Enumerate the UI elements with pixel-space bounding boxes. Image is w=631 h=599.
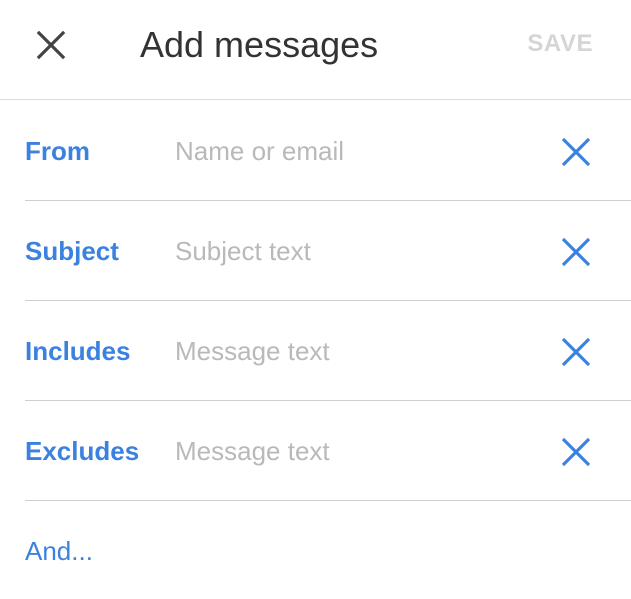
includes-label: Includes — [25, 336, 131, 366]
clear-icon — [561, 237, 591, 267]
from-input[interactable] — [175, 131, 535, 171]
excludes-label: Excludes — [25, 436, 140, 466]
from-row: From — [25, 101, 631, 201]
clear-icon — [561, 137, 591, 167]
save-button[interactable]: SAVE — [527, 28, 593, 60]
page-title: Add messages — [140, 24, 379, 65]
excludes-row: Excludes — [25, 401, 631, 501]
close-button[interactable] — [28, 22, 74, 68]
includes-clear-button[interactable] — [557, 333, 595, 371]
filter-fields: From Subject Includes — [0, 101, 631, 501]
subject-clear-button[interactable] — [557, 233, 595, 271]
includes-row: Includes — [25, 301, 631, 401]
includes-input[interactable] — [175, 331, 535, 371]
subject-label: Subject — [25, 236, 119, 266]
from-clear-button[interactable] — [557, 133, 595, 171]
excludes-clear-button[interactable] — [557, 433, 595, 471]
and-more-link[interactable]: And... — [25, 533, 93, 569]
top-app-bar: Add messages SAVE — [0, 0, 631, 100]
add-messages-dialog: Add messages SAVE From Subject — [0, 0, 631, 599]
subject-input[interactable] — [175, 231, 535, 271]
clear-icon — [561, 337, 591, 367]
from-label: From — [25, 136, 90, 166]
clear-icon — [561, 437, 591, 467]
subject-row: Subject — [25, 201, 631, 301]
excludes-input[interactable] — [175, 431, 535, 471]
close-icon — [36, 30, 66, 60]
